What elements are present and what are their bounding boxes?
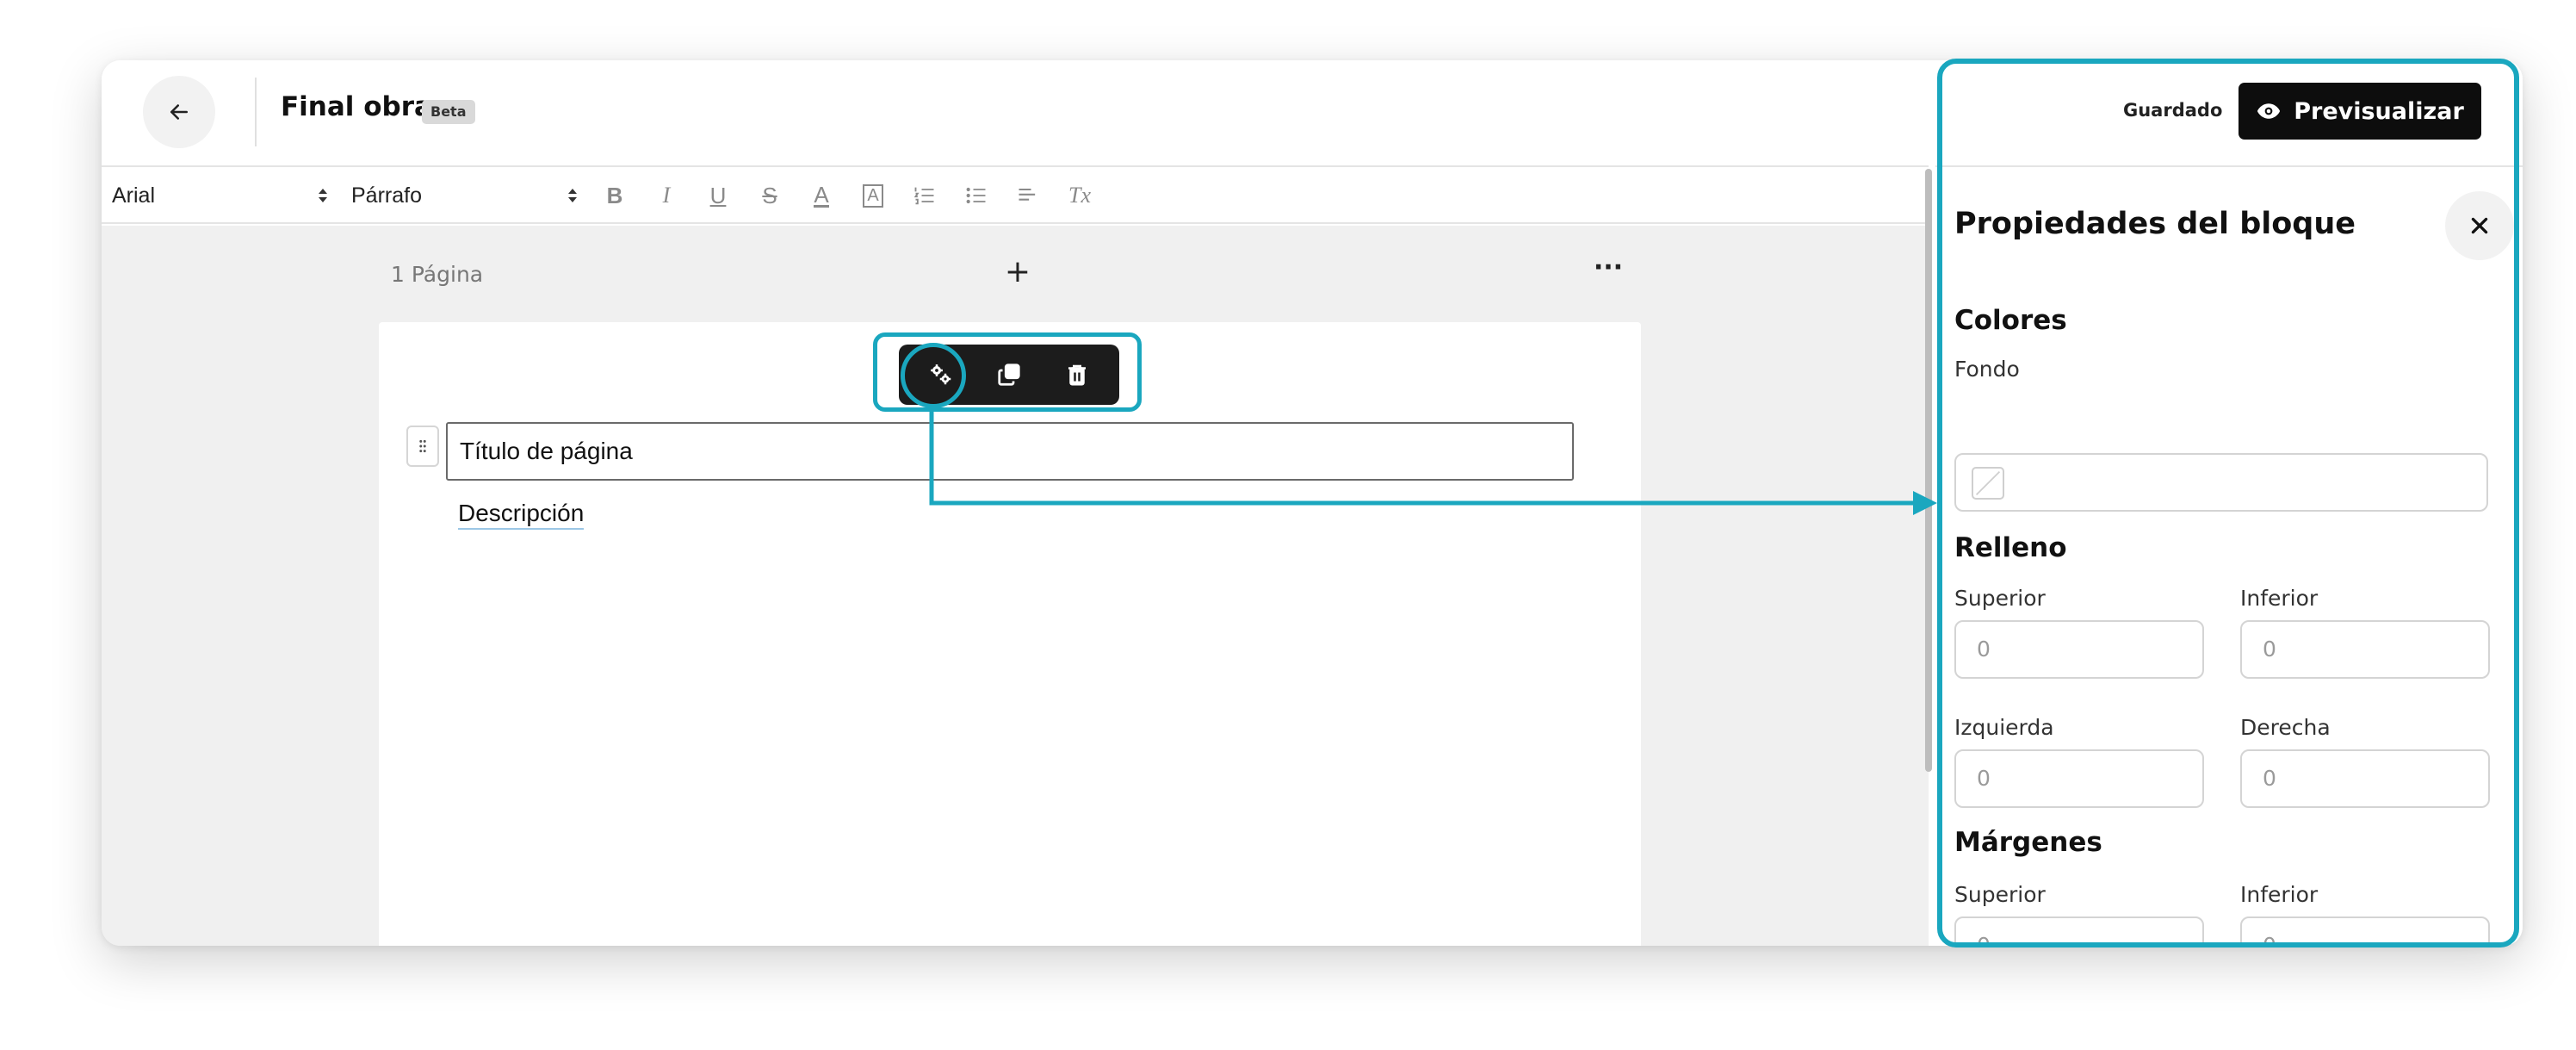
bullet-list-button[interactable] — [951, 168, 1002, 223]
underline-button[interactable]: U — [692, 168, 744, 223]
background-color-label: Fondo — [1954, 357, 2020, 382]
editor-canvas: 1 Página + ··· Título de página Descripc… — [102, 226, 1929, 946]
arrow-left-icon — [170, 104, 188, 120]
align-left-button[interactable] — [1002, 168, 1054, 223]
padding-right-input[interactable]: 0 — [2240, 749, 2490, 808]
margin-bottom-input[interactable]: 0 — [2240, 916, 2490, 946]
bullet-list-icon — [966, 187, 986, 204]
padding-left-input[interactable]: 0 — [1954, 749, 2204, 808]
padding-top-input[interactable]: 0 — [1954, 620, 2204, 679]
select-caret-icon — [568, 189, 577, 202]
ordered-list-button[interactable] — [899, 168, 951, 223]
highlight-color-button[interactable]: A — [847, 168, 899, 223]
italic-button[interactable]: I — [641, 168, 692, 223]
duplicate-block-button[interactable] — [983, 349, 1035, 401]
padding-left-label: Izquierda — [1954, 715, 2054, 740]
preview-button[interactable]: Previsualizar — [2239, 83, 2481, 140]
block-settings-button[interactable] — [915, 349, 967, 401]
more-options-button[interactable]: ··· — [1582, 255, 1634, 289]
gears-icon — [931, 364, 951, 385]
margin-top-input[interactable]: 0 — [1954, 916, 2204, 946]
beta-badge: Beta — [422, 100, 475, 124]
font-family-select[interactable]: Arial — [102, 168, 339, 223]
bold-button[interactable]: B — [589, 168, 641, 223]
block-toolbar — [899, 345, 1119, 405]
block-properties-panel: Guardado Previsualizar Propiedades del b… — [1935, 60, 2523, 946]
background-color-field[interactable] — [1954, 453, 2488, 512]
document-page: Título de página Descripción — [379, 322, 1641, 946]
close-panel-button[interactable] — [2445, 191, 2514, 260]
ordered-list-icon — [913, 187, 934, 205]
editor-header: Final obra Beta — [102, 60, 1929, 167]
delete-block-button[interactable] — [1051, 349, 1103, 401]
panel-title: Propiedades del bloque — [1954, 207, 2356, 241]
page-count: 1 Página — [391, 262, 484, 287]
back-button[interactable] — [143, 76, 215, 148]
trash-icon — [1068, 364, 1086, 386]
add-page-button[interactable]: + — [997, 252, 1038, 293]
eye-icon — [2257, 103, 2281, 119]
padding-bottom-input[interactable]: 0 — [2240, 620, 2490, 679]
underline-icon: U — [709, 182, 727, 208]
padding-top-label: Superior — [1954, 586, 2046, 611]
preview-label: Previsualizar — [2294, 97, 2464, 125]
colors-section-title: Colores — [1954, 305, 2067, 336]
text-color-button[interactable]: A — [796, 168, 847, 223]
strikethrough-button[interactable]: S — [744, 168, 796, 223]
font-family-value: Arial — [112, 183, 156, 208]
italic-icon: I — [662, 183, 671, 208]
text-color-icon: A — [814, 181, 829, 208]
select-caret-icon — [319, 189, 327, 202]
document-title: Final obra — [281, 91, 432, 122]
page-title-input[interactable]: Título de página — [446, 422, 1574, 481]
block-type-value: Párrafo — [351, 183, 422, 208]
bold-icon: B — [606, 182, 623, 208]
description-text[interactable]: Descripción — [458, 500, 585, 530]
align-left-icon — [1019, 188, 1036, 201]
close-icon — [2471, 217, 2488, 234]
app-window: Final obra Beta Arial Párrafo B I U S A … — [102, 60, 2523, 946]
margins-section-title: Márgenes — [1954, 827, 2102, 858]
grip-icon — [419, 439, 426, 453]
duplicate-icon — [998, 363, 1020, 386]
canvas-scrollbar[interactable] — [1925, 169, 1932, 772]
clear-format-icon: Tx — [1068, 183, 1091, 208]
format-toolbar: Arial Párrafo B I U S A A Tx — [102, 169, 1929, 224]
saved-status: Guardado — [2123, 100, 2223, 121]
block-type-select[interactable]: Párrafo — [339, 168, 589, 223]
panel-header: Guardado Previsualizar — [1935, 60, 2523, 167]
strikethrough-icon: S — [762, 182, 777, 208]
empty-color-swatch-icon — [1972, 467, 2004, 500]
header-divider — [255, 78, 257, 146]
highlight-color-icon: A — [863, 183, 883, 208]
margin-top-label: Superior — [1954, 882, 2046, 907]
padding-bottom-label: Inferior — [2240, 586, 2319, 611]
padding-section-title: Relleno — [1954, 532, 2067, 563]
margin-bottom-label: Inferior — [2240, 882, 2319, 907]
clear-format-button[interactable]: Tx — [1054, 168, 1105, 223]
padding-right-label: Derecha — [2240, 715, 2331, 740]
drag-handle[interactable] — [406, 426, 439, 467]
